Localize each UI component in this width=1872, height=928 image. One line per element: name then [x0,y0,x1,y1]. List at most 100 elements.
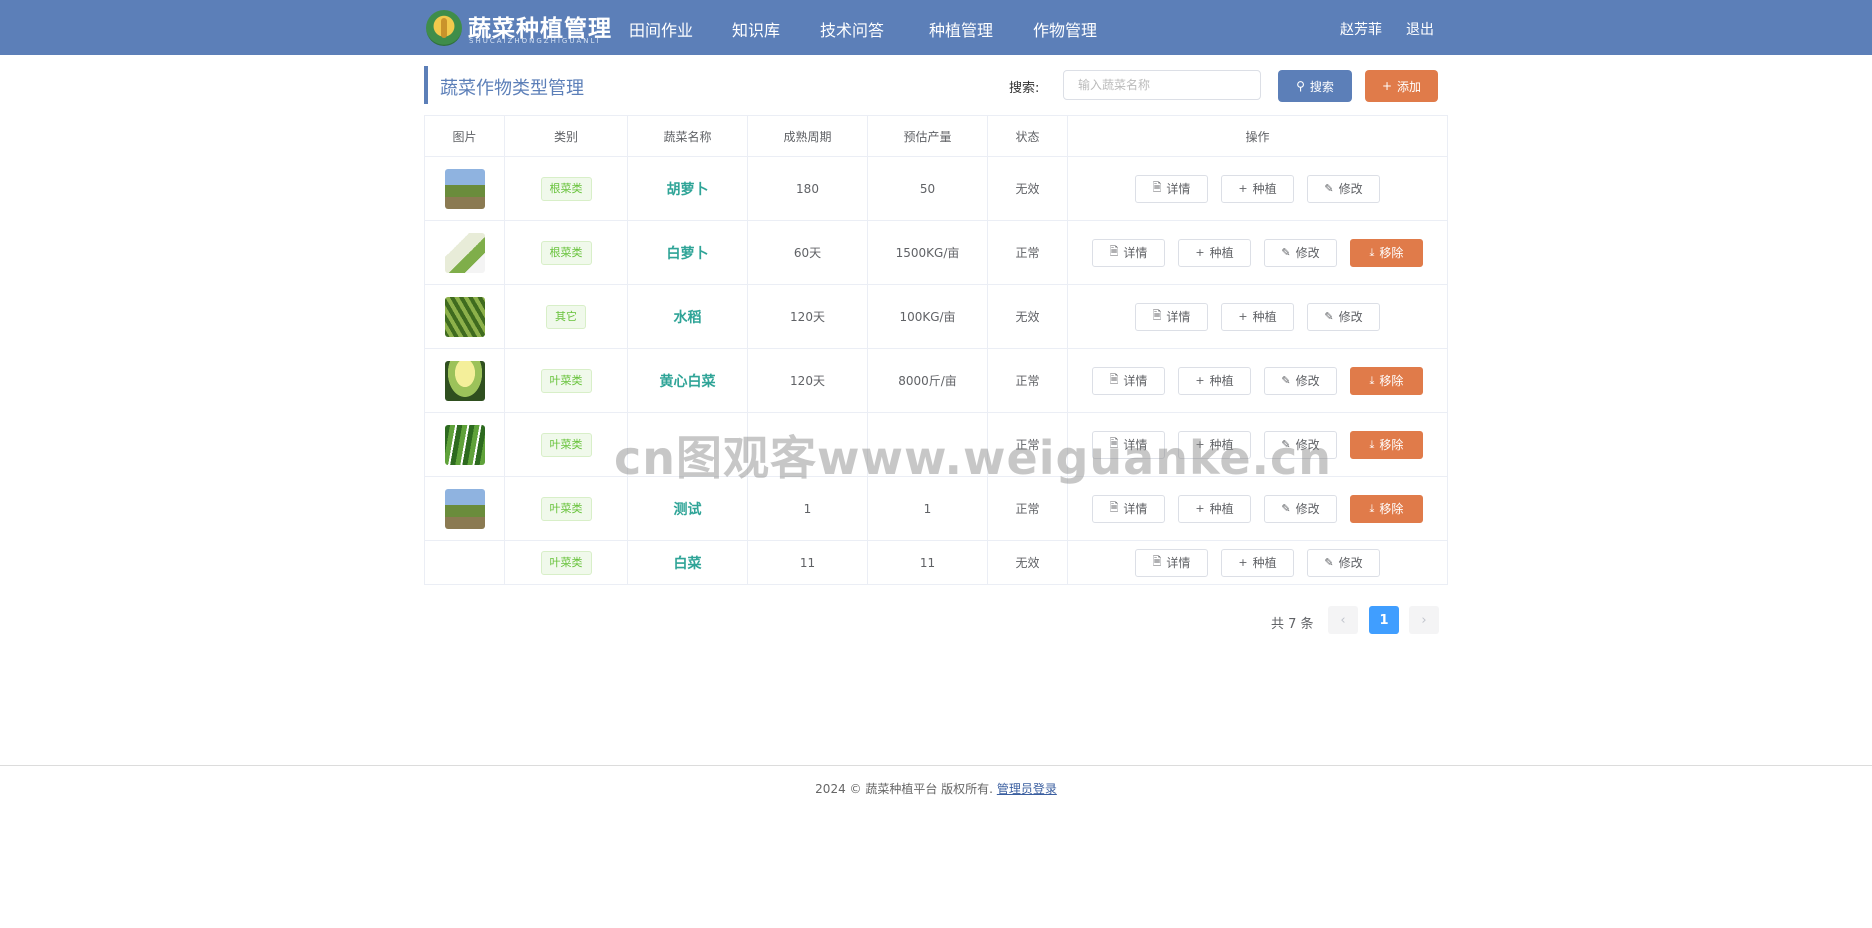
detail-button[interactable]: 🗎 详情 [1092,238,1165,267]
yield-cell: 8000斤/亩 [867,348,988,413]
plant-button[interactable]: + 种植 [1178,430,1251,459]
status-cell: 正常 [987,412,1068,477]
column-header-image: 图片 [424,115,505,157]
plant-label: 种植 [1209,246,1234,260]
plant-button[interactable]: + 种植 [1221,174,1294,203]
remove-button[interactable]: ⤓ 移除 [1350,366,1423,395]
nav-tech-qa[interactable]: 技术问答 [820,17,884,41]
plus-icon: + [1381,79,1393,93]
pagination-prev-button[interactable]: ‹ [1328,606,1358,634]
crop-type-table: 图片 类别 蔬菜名称 成熟周期 预估产量 状态 操作 根菜类 胡萝卜 180 5… [424,115,1448,585]
plus-icon: + [1195,374,1205,387]
detail-button[interactable]: 🗎 详情 [1092,494,1165,523]
pagination-total: 共 7 条 [1271,617,1314,632]
remove-button[interactable]: ⤓ 移除 [1350,494,1423,523]
nav-crop-management[interactable]: 作物管理 [1033,17,1097,41]
cycle-cell: 60天 [747,220,868,285]
page-title: 蔬菜作物类型管理 [440,78,584,99]
vegetable-name-link[interactable]: 胡萝卜 [667,182,709,198]
yield-cell: 1500KG/亩 [867,220,988,285]
plant-label: 种植 [1209,438,1234,452]
crop-thumbnail [444,296,485,337]
plant-label: 种植 [1252,556,1277,570]
detail-button[interactable]: 🗎 详情 [1135,174,1208,203]
document-icon: 🗎 [1152,309,1162,322]
table-row: 叶菜类 测试 1 1 正常 🗎 详情 + 种植 ✎ 修改 ⤓ 移除 [424,476,1448,541]
plant-button[interactable]: + 种植 [1221,302,1294,331]
plus-icon: + [1195,246,1205,259]
user-name[interactable]: 赵芳菲 [1340,19,1382,39]
cycle-cell [747,412,868,477]
category-tag: 叶菜类 [540,432,592,457]
edit-button[interactable]: ✎ 修改 [1307,548,1380,577]
vegetable-name-link[interactable]: 白菜 [674,556,702,572]
vegetable-name-link[interactable]: 测试 [674,502,702,518]
detail-button[interactable]: 🗎 详情 [1135,548,1208,577]
plant-button[interactable]: + 种植 [1221,548,1294,577]
detail-button[interactable]: 🗎 详情 [1092,430,1165,459]
download-icon: ⤓ [1369,501,1375,515]
detail-label: 详情 [1123,374,1148,388]
edit-button[interactable]: ✎ 修改 [1307,174,1380,203]
vegetable-name-link[interactable]: 黄心白菜 [660,374,716,390]
edit-label: 修改 [1338,310,1363,324]
plant-button[interactable]: + 种植 [1178,366,1251,395]
edit-label: 修改 [1295,246,1320,260]
detail-label: 详情 [1166,310,1191,324]
logout-link[interactable]: 退出 [1406,19,1434,39]
detail-label: 详情 [1166,182,1191,196]
pencil-icon: ✎ [1281,438,1291,451]
vegetable-name-link[interactable]: 白萝卜 [667,246,709,262]
nav-knowledge-base[interactable]: 知识库 [732,17,780,41]
column-header-yield: 预估产量 [867,115,988,157]
edit-button[interactable]: ✎ 修改 [1264,238,1337,267]
category-tag: 其它 [546,304,586,329]
edit-button[interactable]: ✎ 修改 [1264,494,1337,523]
pagination-page-current[interactable]: 1 [1369,606,1399,634]
plant-label: 种植 [1252,182,1277,196]
cycle-cell: 120天 [747,348,868,413]
column-header-actions: 操作 [1067,115,1448,157]
plant-button[interactable]: + 种植 [1178,494,1251,523]
plus-icon: + [1195,502,1205,515]
plant-button[interactable]: + 种植 [1178,238,1251,267]
column-header-category: 类别 [504,115,628,157]
vegetable-name-link[interactable]: 水稻 [674,310,702,326]
admin-login-link[interactable]: 管理员登录 [997,782,1057,796]
category-tag: 叶菜类 [540,368,592,393]
edit-button[interactable]: ✎ 修改 [1264,366,1337,395]
chevron-left-icon: ‹ [1340,612,1346,628]
plus-icon: + [1238,182,1248,195]
document-icon: 🗎 [1109,245,1119,258]
detail-label: 详情 [1123,502,1148,516]
add-button[interactable]: + 添加 [1365,70,1438,102]
status-cell: 正常 [987,220,1068,285]
document-icon: 🗎 [1152,181,1162,194]
edit-button[interactable]: ✎ 修改 [1264,430,1337,459]
title-accent-bar [424,66,428,104]
remove-label: 移除 [1379,374,1404,388]
plant-label: 种植 [1209,502,1234,516]
cycle-cell: 1 [747,476,868,541]
column-header-name: 蔬菜名称 [627,115,748,157]
detail-button[interactable]: 🗎 详情 [1135,302,1208,331]
logo-subtitle: SHUCAIZHONGZHIGUANLI [469,37,601,45]
status-cell: 无效 [987,156,1068,221]
detail-button[interactable]: 🗎 详情 [1092,366,1165,395]
edit-button[interactable]: ✎ 修改 [1307,302,1380,331]
yield-cell: 100KG/亩 [867,284,988,349]
search-button[interactable]: ⚲ 搜索 [1278,70,1352,102]
remove-button[interactable]: ⤓ 移除 [1350,238,1423,267]
table-row: 根菜类 胡萝卜 180 50 无效 🗎 详情 + 种植 ✎ 修改 [424,156,1448,221]
chevron-right-icon: › [1421,612,1427,628]
nav-planting-management[interactable]: 种植管理 [929,17,993,41]
category-tag: 根菜类 [540,176,592,201]
nav-field-work[interactable]: 田间作业 [629,17,693,41]
remove-label: 移除 [1379,246,1404,260]
edit-label: 修改 [1338,182,1363,196]
remove-button[interactable]: ⤓ 移除 [1350,430,1423,459]
plus-icon: + [1195,438,1205,451]
pagination-next-button[interactable]: › [1409,606,1439,634]
search-input[interactable] [1063,70,1261,100]
yield-cell [867,412,988,477]
